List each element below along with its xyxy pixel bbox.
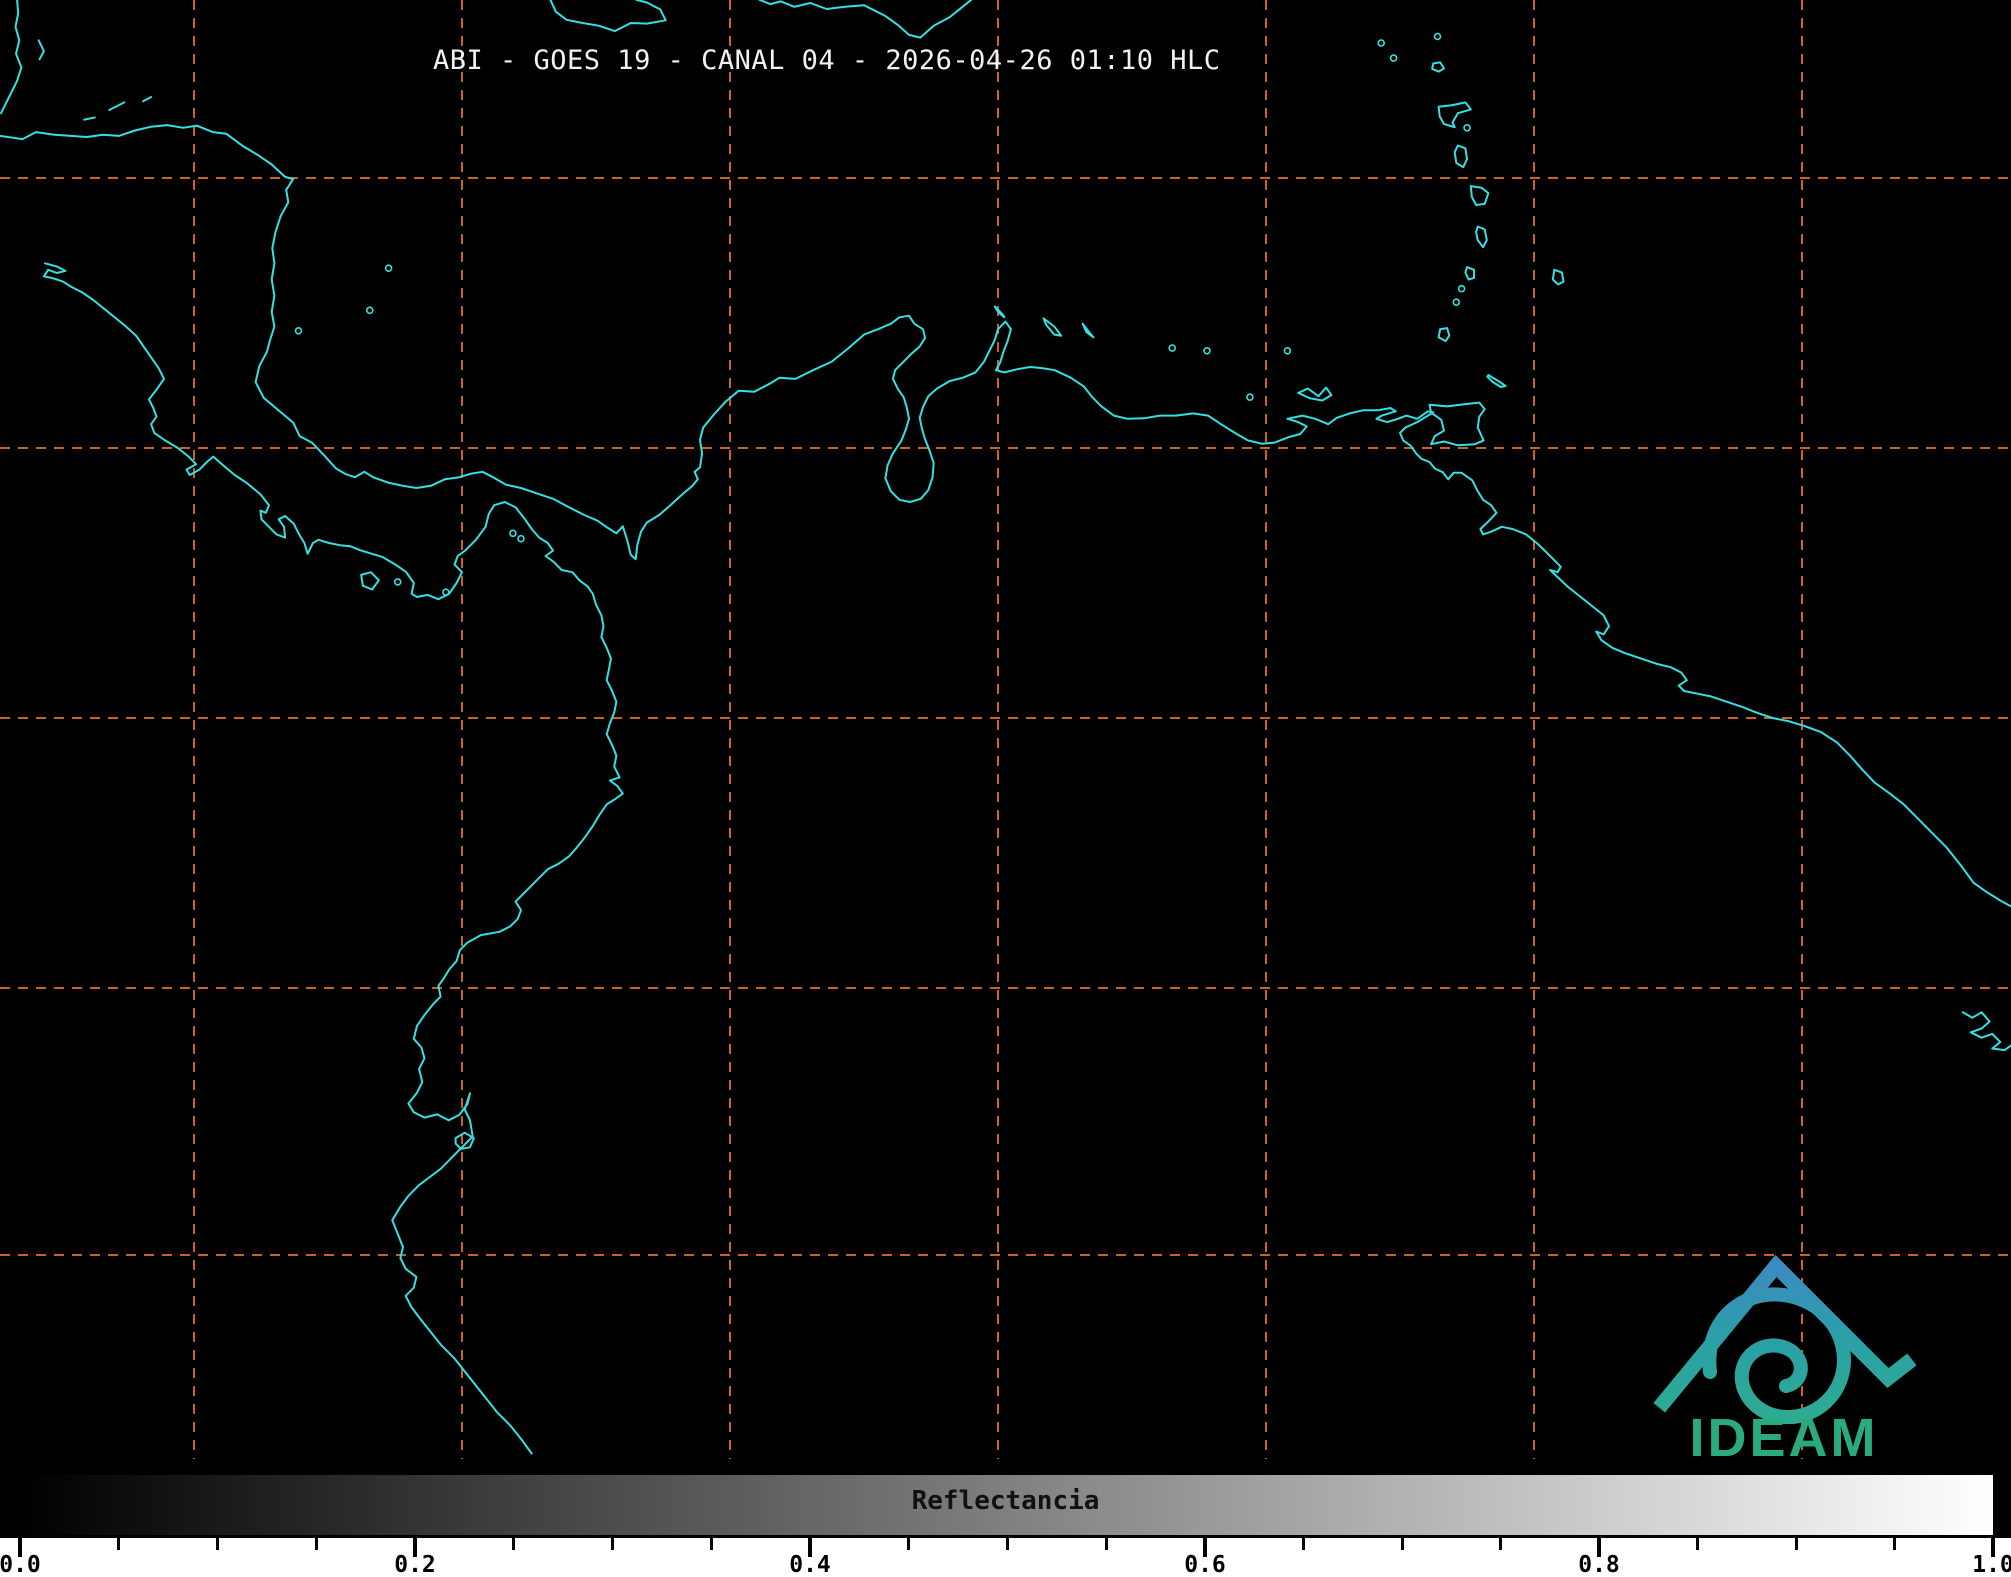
coastline-bonaire-island xyxy=(1083,324,1094,338)
coastline-barbados-island xyxy=(1553,270,1564,285)
coastline-st-vincent-island xyxy=(1465,267,1474,279)
colorbar-minor-tick xyxy=(1105,1538,1108,1550)
coastline-coiba-island xyxy=(361,572,379,589)
coastline-roatan-island xyxy=(109,102,124,110)
colorbar-minor-tick xyxy=(710,1538,713,1550)
coastline-grenada-island xyxy=(1439,328,1450,341)
coastline-guadeloupe-island xyxy=(1439,102,1471,127)
islet-dot xyxy=(1464,125,1470,131)
colorbar-axis: 0.0 0.2 0.4 0.6 0.8 1.0 xyxy=(0,1538,2011,1577)
islet-dot xyxy=(1391,55,1397,61)
coastline-turneffe-islands xyxy=(39,40,44,59)
colorbar-tick-label: 0.0 xyxy=(0,1552,60,1577)
colorbar-minor-tick xyxy=(1696,1538,1699,1550)
colorbar-tick-label: 0.4 xyxy=(770,1552,850,1577)
coastline-curacao-island xyxy=(1044,318,1062,335)
coastline-guanaja-island xyxy=(143,97,151,101)
colorbar-tick-label: 0.6 xyxy=(1165,1552,1245,1577)
image-title: ABI - GOES 19 - CANAL 04 - 2026-04-26 01… xyxy=(433,45,1221,76)
coastline-hispaniola-coast xyxy=(760,0,972,38)
ideam-logo: IDEAM xyxy=(1648,1244,1928,1464)
islet-dot xyxy=(1284,348,1290,354)
colorbar-minor-tick xyxy=(216,1538,219,1550)
colorbar-label: Reflectancia xyxy=(0,1486,2011,1516)
colorbar-minor-tick xyxy=(1795,1538,1798,1550)
coastline-dominica-island xyxy=(1455,146,1467,168)
colorbar-minor-tick xyxy=(1401,1538,1404,1550)
coastline-martinique-island xyxy=(1471,186,1489,205)
coastline-amazon-river xyxy=(1963,1012,2011,1050)
coastline-aruba-island xyxy=(995,307,1005,318)
islet-dot xyxy=(1435,34,1441,40)
islet-dot xyxy=(1247,394,1253,400)
colorbar-minor-tick xyxy=(1006,1538,1009,1550)
coastline-belize-coast xyxy=(1,0,21,113)
coastline-jamaica-coast xyxy=(550,0,665,31)
islet-dot xyxy=(367,307,373,313)
storm-spiral-icon xyxy=(1709,1294,1844,1417)
islet-dot xyxy=(395,579,401,585)
islet-dot xyxy=(1459,286,1465,292)
colorbar-tick-label: 0.8 xyxy=(1559,1552,1639,1577)
colorbar-minor-tick xyxy=(117,1538,120,1550)
satellite-image-viewport: ABI - GOES 19 - CANAL 04 - 2026-04-26 01… xyxy=(0,0,2011,1577)
coastline-pacific-mainland-coast xyxy=(44,263,623,1453)
map-canvas xyxy=(0,0,2011,1459)
islet-dot xyxy=(1169,345,1175,351)
islet-dot xyxy=(1204,348,1210,354)
graticule-grid xyxy=(0,0,2011,1459)
islet-dot xyxy=(296,328,302,334)
coastline-puna-island xyxy=(456,1133,474,1149)
coastline-st-lucia-island xyxy=(1476,227,1487,248)
coastline-layer xyxy=(0,0,2011,1453)
islet-dot xyxy=(1378,40,1384,46)
colorbar-minor-tick xyxy=(1893,1538,1896,1550)
colorbar-minor-tick xyxy=(907,1538,910,1550)
coastline-caribbean-mainland-coast xyxy=(0,125,2011,907)
coastline-tobago-island xyxy=(1487,375,1505,387)
islet-dot xyxy=(518,536,524,542)
coastline-antigua-island xyxy=(1432,62,1444,71)
colorbar-tick-label: 1.0 xyxy=(1953,1552,2011,1577)
islet-dot xyxy=(1453,299,1459,305)
colorbar-minor-tick xyxy=(512,1538,515,1550)
islet-dot xyxy=(510,530,516,536)
colorbar-tick-label: 0.2 xyxy=(375,1552,455,1577)
colorbar-minor-tick xyxy=(1302,1538,1305,1550)
colorbar-minor-tick xyxy=(611,1538,614,1550)
colorbar-minor-tick xyxy=(1499,1538,1502,1550)
islet-dot xyxy=(386,265,392,271)
coastline-utila-island xyxy=(84,118,95,120)
ideam-logo-text: IDEAM xyxy=(1690,1408,1879,1464)
coastline-margarita-island xyxy=(1298,388,1331,401)
colorbar-minor-tick xyxy=(315,1538,318,1550)
coastline-trinidad-island xyxy=(1430,403,1485,446)
